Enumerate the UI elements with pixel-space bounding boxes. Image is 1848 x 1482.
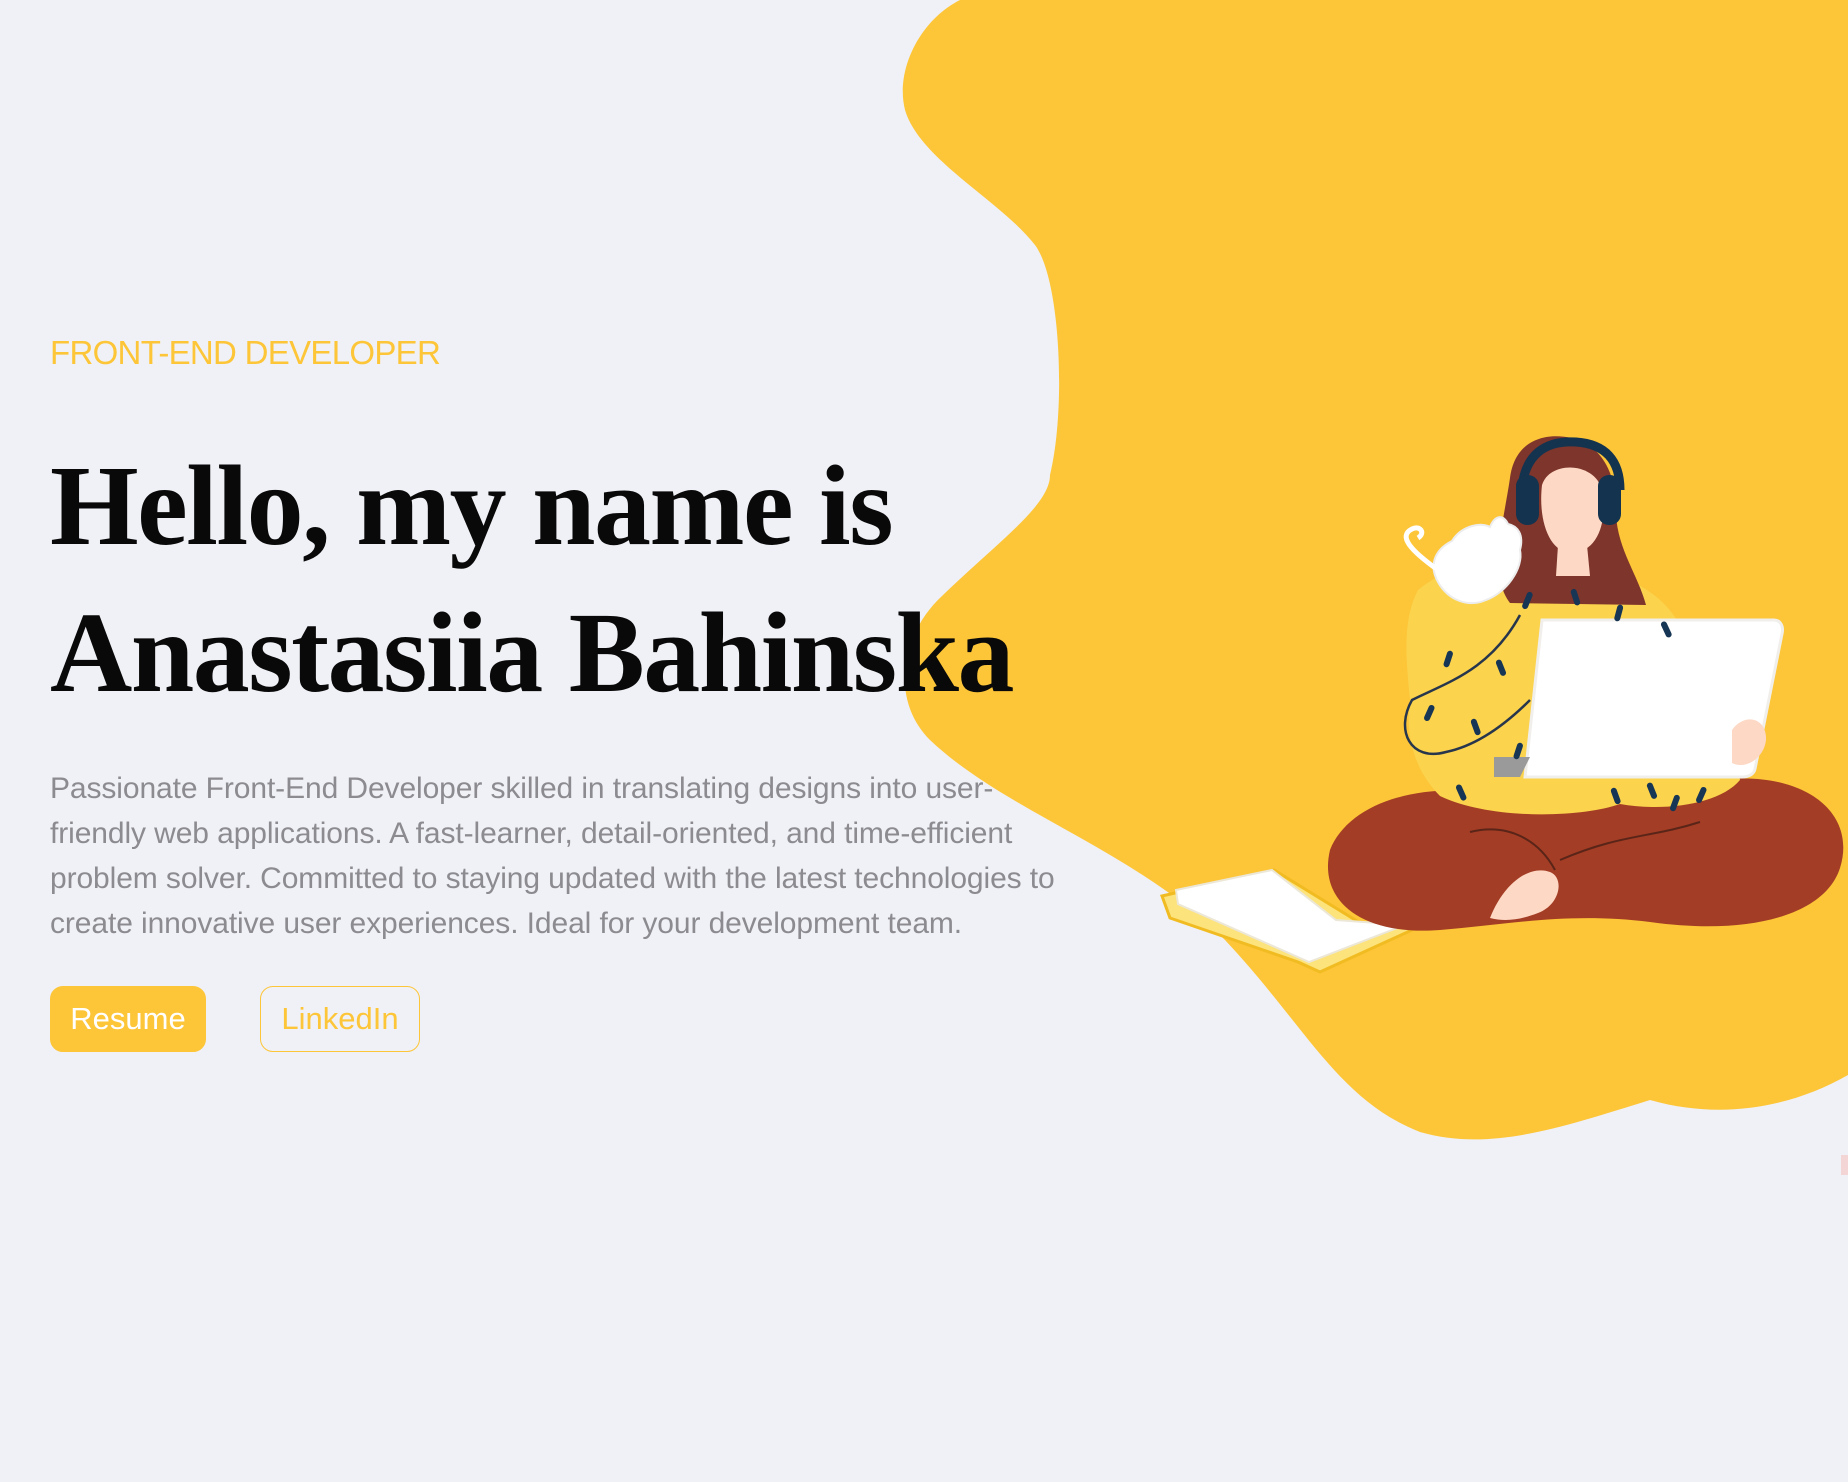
hero-title: Hello, my name is Anastasiia Bahinska — [50, 432, 1090, 726]
profile-description: Passionate Front-End Developer skilled i… — [50, 772, 1055, 940]
portfolio-hero-page: FRONT-END DEVELOPER Hello, my name is An… — [0, 0, 1848, 1482]
resume-button[interactable]: Resume — [50, 986, 206, 1052]
left-headphone-cup — [1516, 475, 1539, 525]
hero-actions: Resume LinkedIn — [50, 986, 1080, 1052]
linkedin-button[interactable]: LinkedIn — [260, 986, 420, 1052]
hero-title-line-2: Anastasiia Bahinska — [50, 589, 1015, 716]
hero-title-line-1: Hello, my name is — [50, 442, 894, 569]
right-headphone-cup — [1598, 475, 1621, 525]
neck-illustration — [1556, 545, 1590, 576]
hero-content: FRONT-END DEVELOPER Hello, my name is An… — [50, 332, 1080, 1052]
page-edge-mark — [1841, 1155, 1848, 1175]
job-title: FRONT-END DEVELOPER — [50, 334, 441, 371]
